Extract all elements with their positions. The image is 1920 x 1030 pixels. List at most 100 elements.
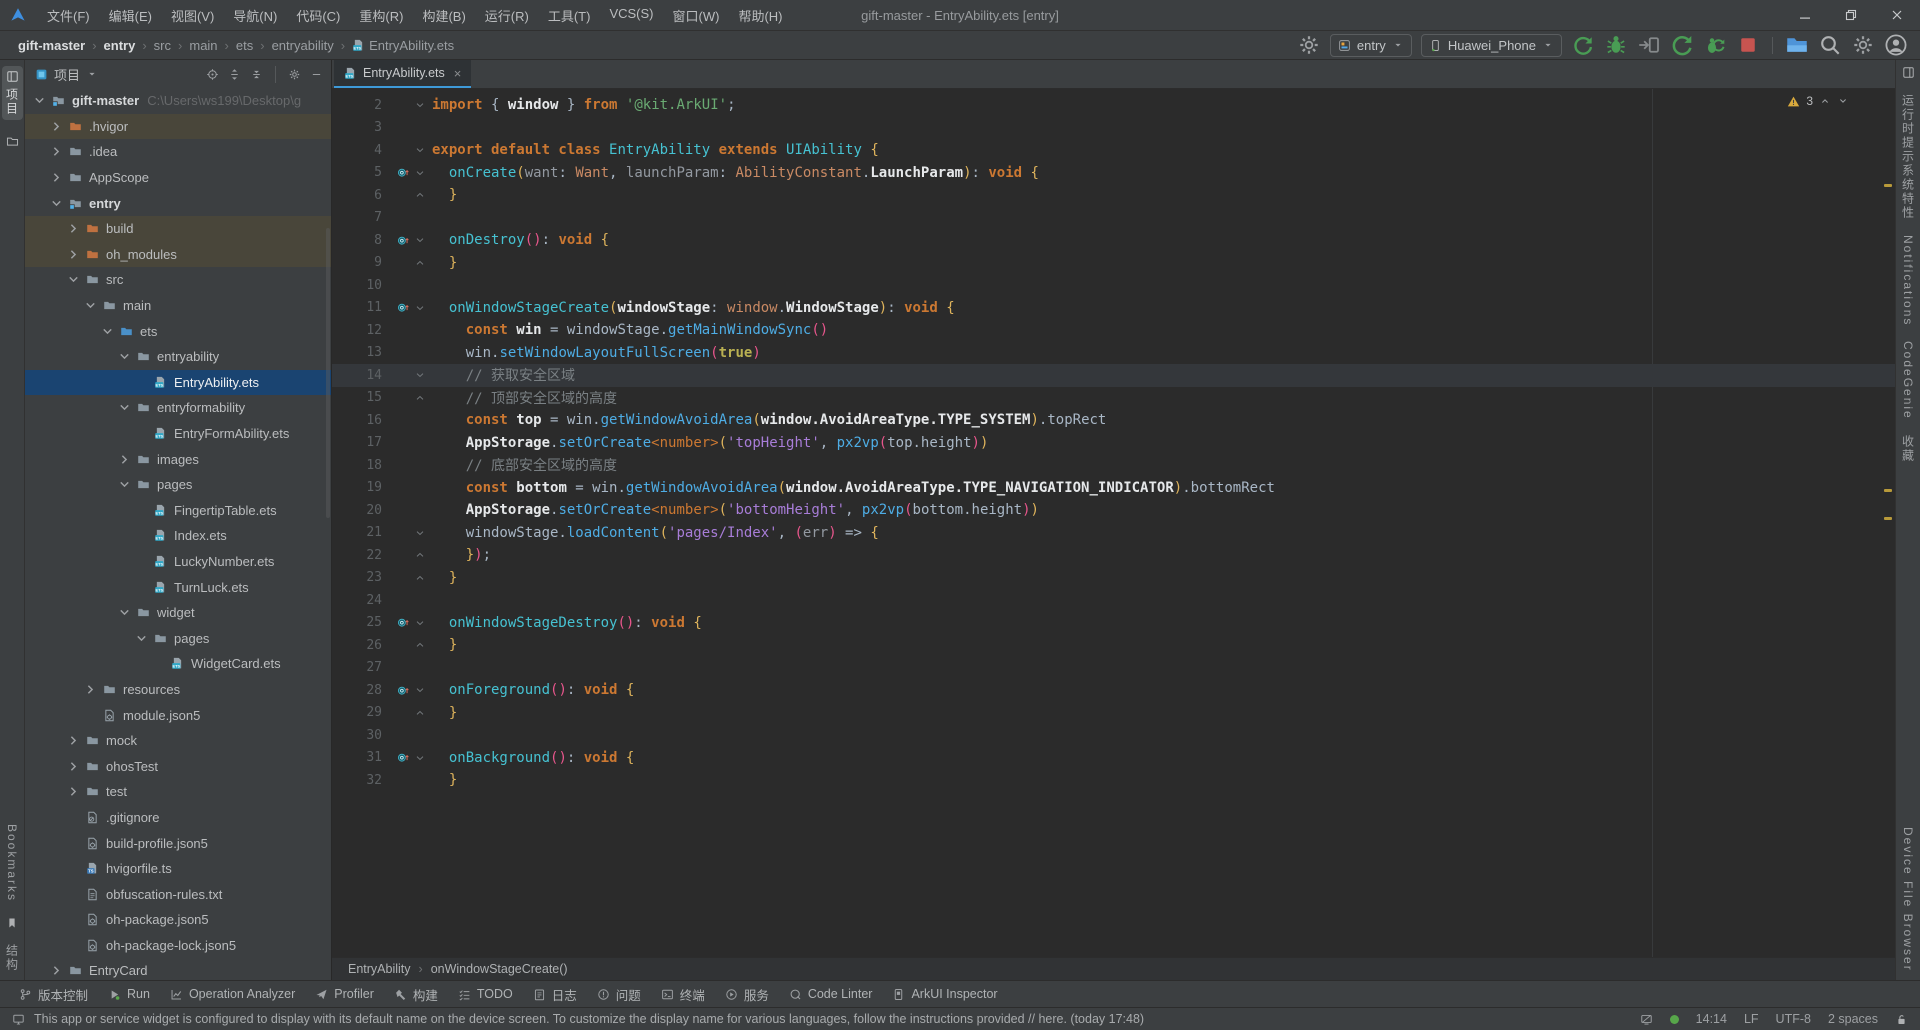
override-marker-icon[interactable] xyxy=(394,751,412,764)
override-marker-icon[interactable] xyxy=(394,301,412,314)
tree-item-entry[interactable]: entry xyxy=(25,190,331,216)
stripe-[interactable]: 运行时提示系统特性 xyxy=(1900,94,1917,220)
code-line-31[interactable]: 31 onBackground(): void { xyxy=(332,747,1895,770)
code-line-6[interactable]: 6 } xyxy=(332,184,1895,207)
code-line-13[interactable]: 13 win.setWindowLayoutFullScreen(true) xyxy=(332,342,1895,365)
code-line-22[interactable]: 22 }); xyxy=(332,544,1895,567)
code-line-8[interactable]: 8 onDestroy(): void { xyxy=(332,229,1895,252)
menu-h[interactable]: 帮助(H) xyxy=(729,3,791,28)
chevron-down-icon[interactable] xyxy=(116,604,133,621)
override-marker-icon[interactable] xyxy=(394,234,412,247)
menu-e[interactable]: 编辑(E) xyxy=(100,3,161,28)
code-line-3[interactable]: 3 xyxy=(332,117,1895,140)
tree-item-pages[interactable]: pages xyxy=(25,625,331,651)
chevron-right-icon[interactable] xyxy=(116,451,133,468)
panel-settings-button[interactable] xyxy=(288,68,301,81)
attach-debugger-button[interactable] xyxy=(1637,34,1661,56)
tree-item-oh-package-json5[interactable]: oh-package.json5 xyxy=(25,907,331,933)
chevron-down-icon[interactable] xyxy=(86,68,98,80)
tree-item-entryformability[interactable]: entryformability xyxy=(25,395,331,421)
tree-item-oh-modules[interactable]: oh_modules xyxy=(25,241,331,268)
close-tab-icon[interactable]: × xyxy=(454,66,462,81)
breadcrumb-class[interactable]: EntryAbility xyxy=(348,962,411,976)
code-line-32[interactable]: 32 } xyxy=(332,769,1895,792)
code-line-2[interactable]: 2 import { window } from '@kit.ArkUI'; xyxy=(332,94,1895,117)
fold-marker-icon[interactable] xyxy=(412,392,428,404)
code-line-7[interactable]: 7 xyxy=(332,207,1895,230)
tree-item-fingertiptable-ets[interactable]: ETS FingertipTable.ets xyxy=(25,498,331,524)
code-editor[interactable]: 2 import { window } from '@kit.ArkUI'; 3 4 e… xyxy=(332,89,1895,957)
menu-c[interactable]: 代码(C) xyxy=(287,3,349,28)
toolwindow-[interactable]: 服务 xyxy=(716,983,778,1006)
tree-item-build-profile-json5[interactable]: build-profile.json5 xyxy=(25,830,331,856)
tree-item-hvigorfile-ts[interactable]: TS hvigorfile.ts xyxy=(25,856,331,882)
toolwindow-[interactable]: 终端 xyxy=(652,983,714,1006)
tree-item-entryability-ets[interactable]: ETS EntryAbility.ets xyxy=(25,369,331,396)
code-line-27[interactable]: 27 xyxy=(332,657,1895,680)
code-line-5[interactable]: 5 onCreate(want: Want, launchParam: Abil… xyxy=(332,162,1895,185)
code-line-14[interactable]: 14 // 获取安全区域 xyxy=(332,364,1895,387)
override-marker-icon[interactable] xyxy=(394,166,412,179)
warning-stripe-mark[interactable] xyxy=(1884,517,1892,520)
chevron-down-icon[interactable] xyxy=(116,399,133,416)
fold-marker-icon[interactable] xyxy=(412,572,428,584)
fold-marker-icon[interactable] xyxy=(412,639,428,651)
toolwindow-operation-analyzer[interactable]: Operation Analyzer xyxy=(161,985,304,1003)
maximize-button[interactable] xyxy=(1828,1,1874,30)
search-everywhere-button[interactable] xyxy=(1818,34,1842,56)
chevron-down-icon[interactable] xyxy=(133,630,150,647)
menu-vcs-s[interactable]: VCS(S) xyxy=(600,3,662,28)
tree-item-ohostest[interactable]: ohosTest xyxy=(25,753,331,779)
chevron-right-icon[interactable] xyxy=(82,681,99,698)
toolwindow-todo[interactable]: TODO xyxy=(449,985,522,1003)
fold-marker-icon[interactable] xyxy=(412,684,428,696)
chevron-down-icon[interactable] xyxy=(116,348,133,365)
fold-marker-icon[interactable] xyxy=(412,257,428,269)
toolwindow-profiler[interactable]: Profiler xyxy=(306,985,383,1003)
tree-item-gift-master[interactable]: gift-master C:\Users\ws199\Desktop\g xyxy=(25,88,331,114)
breadcrumb-entry[interactable]: entry xyxy=(104,38,136,53)
fold-marker-icon[interactable] xyxy=(412,752,428,764)
profile-avatar-button[interactable] xyxy=(1884,34,1908,56)
fold-marker-icon[interactable] xyxy=(412,234,428,246)
breadcrumb-gift-master[interactable]: gift-master xyxy=(18,38,85,53)
chevron-right-icon[interactable] xyxy=(65,758,82,775)
tree-item-entryformability-ets[interactable]: ETS EntryFormAbility.ets xyxy=(25,421,331,447)
breadcrumb-src[interactable]: src xyxy=(154,38,171,53)
chevron-right-icon[interactable] xyxy=(65,783,82,800)
tree-item-module-json5[interactable]: module.json5 xyxy=(25,702,331,728)
code-line-19[interactable]: 19 const bottom = win.getWindowAvoidArea… xyxy=(332,477,1895,500)
code-line-17[interactable]: 17 AppStorage.setOrCreate<number>('topHe… xyxy=(332,432,1895,455)
fold-marker-icon[interactable] xyxy=(412,144,428,156)
fold-marker-icon[interactable] xyxy=(412,369,428,381)
toolwindow-[interactable]: 问题 xyxy=(588,983,650,1006)
fold-marker-icon[interactable] xyxy=(412,167,428,179)
close-button[interactable] xyxy=(1874,1,1920,30)
toolwindow-arkui-inspector[interactable]: ArkUI Inspector xyxy=(883,985,1006,1003)
tree-item-index-ets[interactable]: ETS Index.ets xyxy=(25,523,331,549)
stripe-bookmarks[interactable]: Bookmarks xyxy=(5,824,19,902)
collapse-all-button[interactable] xyxy=(250,68,263,81)
breadcrumb-method[interactable]: onWindowStageCreate() xyxy=(431,962,568,976)
menu-r[interactable]: 重构(R) xyxy=(350,3,412,28)
warning-stripe-mark[interactable] xyxy=(1884,184,1892,187)
chevron-right-icon[interactable] xyxy=(48,169,65,186)
code-line-10[interactable]: 10 xyxy=(332,274,1895,297)
tree-item-luckynumber-ets[interactable]: ETS LuckyNumber.ets xyxy=(25,549,331,575)
locate-file-button[interactable] xyxy=(206,68,219,81)
code-line-9[interactable]: 9 } xyxy=(332,252,1895,275)
next-warning-icon[interactable] xyxy=(1837,95,1849,107)
breadcrumb-entryability[interactable]: entryability xyxy=(272,38,334,53)
tree-item-src[interactable]: src xyxy=(25,267,331,293)
minimize-button[interactable] xyxy=(1782,1,1828,30)
settings-button[interactable] xyxy=(1851,34,1875,56)
restart-button[interactable] xyxy=(1670,34,1694,56)
code-line-30[interactable]: 30 xyxy=(332,724,1895,747)
expand-all-button[interactable] xyxy=(228,68,241,81)
inspections-widget[interactable]: 3 xyxy=(1787,94,1849,108)
prev-warning-icon[interactable] xyxy=(1819,95,1831,107)
tree-item-ets[interactable]: ets xyxy=(25,318,331,344)
tree-item-main[interactable]: main xyxy=(25,293,331,319)
stripe-project[interactable]: 项目 xyxy=(1,66,23,120)
menu-n[interactable]: 导航(N) xyxy=(224,3,286,28)
